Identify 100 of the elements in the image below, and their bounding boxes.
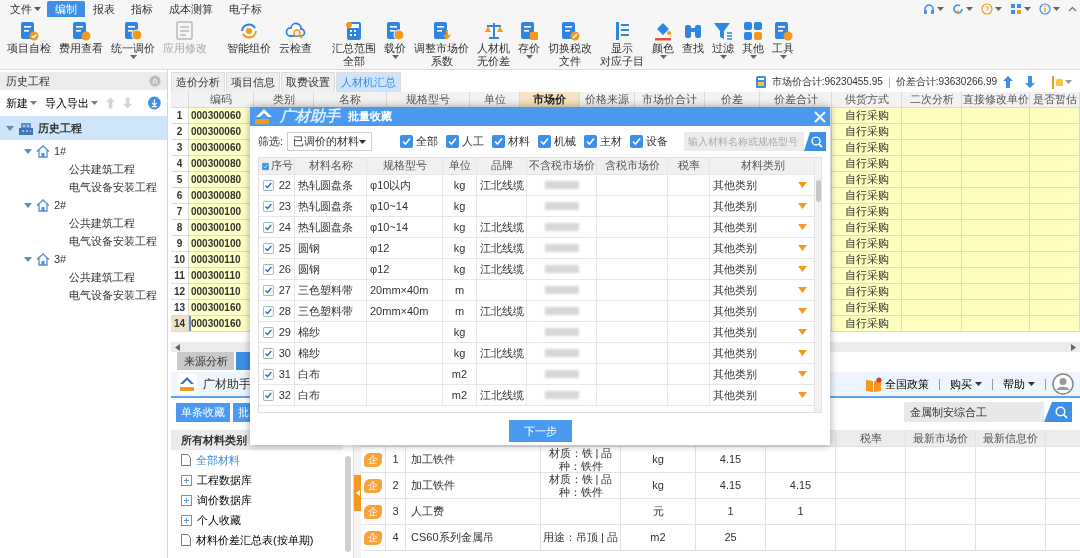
download-icon[interactable] [148, 96, 161, 110]
toolbar-button[interactable]: 载价 [381, 20, 409, 68]
checkbox[interactable] [492, 135, 506, 148]
toolbar-button[interactable]: 颜色 [649, 20, 677, 68]
column-header[interactable]: 类别 [254, 92, 314, 108]
panel-tab[interactable]: 来源分析 [177, 352, 234, 370]
checkbox[interactable] [538, 135, 552, 148]
view-tab[interactable]: 造价分析 [171, 72, 225, 92]
checkbox[interactable] [263, 346, 274, 360]
checkbox[interactable] [630, 135, 644, 148]
arrow-up-icon[interactable] [1003, 76, 1013, 88]
arrow-left-icon[interactable] [175, 343, 180, 351]
tree-item[interactable]: 历史工程 [0, 116, 167, 140]
column-header[interactable]: 价差合计 [760, 92, 832, 108]
link[interactable]: 购买 [946, 376, 986, 392]
menu-tab[interactable]: 报表 [85, 1, 123, 17]
tree-item[interactable]: 公共建筑工程 [36, 160, 167, 178]
menu-tab[interactable]: 成本测算 [161, 1, 221, 17]
category-item[interactable]: 工程数据库 [171, 470, 341, 490]
column-header[interactable]: 市场价合计 [635, 92, 705, 108]
chevron-up-icon[interactable] [1068, 6, 1077, 12]
column-header[interactable]: 规格型号 [367, 158, 443, 175]
toolbar-button[interactable]: 存价 [515, 20, 543, 68]
tree-item[interactable]: 1# [18, 142, 167, 160]
collapse-handle[interactable] [354, 475, 361, 511]
dropdown-arrow-icon[interactable] [798, 308, 807, 314]
expand-arrow-icon[interactable] [6, 124, 14, 132]
toolbar-button[interactable]: 云检查 [276, 20, 315, 55]
column-header[interactable]: 二次分析 [902, 92, 962, 108]
tree-item[interactable]: 电气设备安装工程 [36, 178, 167, 196]
toolbar-button[interactable]: 显示 对应子目 [597, 20, 647, 68]
dropdown-arrow-icon[interactable] [798, 350, 807, 356]
checkbox[interactable] [263, 220, 274, 234]
info-icon[interactable] [1039, 3, 1051, 15]
menu-button[interactable]: 导入导出 [45, 95, 98, 111]
tree-item[interactable]: 3# [18, 250, 167, 268]
scrollbar[interactable] [345, 456, 351, 552]
checkbox[interactable] [263, 325, 274, 339]
toolbar-button[interactable]: 项目自检 [4, 20, 54, 59]
column-header[interactable]: 不含税市场价 [527, 158, 597, 175]
toolbar-button[interactable]: 调整市场价 系数 [411, 20, 472, 68]
avatar-icon[interactable] [1052, 373, 1074, 395]
column-header[interactable]: 材料名称 [295, 158, 367, 175]
category-item[interactable]: 材料价差汇总表(按单期) [171, 530, 341, 550]
filter-dropdown[interactable]: 已调价的材料 [287, 132, 373, 151]
dropdown-arrow-icon[interactable] [798, 182, 807, 188]
expand-arrow-icon[interactable] [24, 201, 32, 209]
checkbox[interactable] [584, 135, 598, 148]
close-icon[interactable] [814, 110, 826, 123]
checkbox[interactable] [263, 178, 274, 192]
toolbar-button[interactable]: 查找 [679, 20, 707, 68]
link[interactable]: 全国政策 [862, 376, 933, 392]
tree-item[interactable]: 电气设备安装工程 [36, 286, 167, 304]
arrow-down-icon[interactable] [1025, 76, 1035, 88]
close-icon[interactable] [149, 75, 161, 87]
toolbar-button[interactable]: 过滤 [709, 20, 737, 68]
column-header[interactable]: 价格来源 [580, 92, 635, 108]
menu-tab[interactable]: 指标 [123, 1, 161, 17]
column-header[interactable]: 材料类别 [710, 158, 814, 175]
view-tab[interactable]: 项目信息 [226, 72, 280, 92]
toolbar-button[interactable]: 汇总范围 全部 [329, 20, 379, 68]
checkbox[interactable] [263, 283, 274, 297]
dropdown-arrow-icon[interactable] [798, 371, 807, 377]
toolbar-button[interactable]: 统一调价 [108, 20, 158, 59]
column-header[interactable]: 税率 [836, 430, 906, 447]
toolbar-button[interactable]: 费用查看 [56, 20, 106, 59]
checkbox[interactable] [263, 367, 274, 381]
arrow-right-icon[interactable] [1071, 343, 1076, 351]
column-header[interactable]: 价差 [705, 92, 760, 108]
tree-item[interactable]: 2# [18, 196, 167, 214]
column-header[interactable]: 规格型号 [387, 92, 470, 108]
checkbox[interactable] [263, 199, 274, 213]
settings-icon[interactable] [1051, 75, 1063, 89]
expand-icon[interactable] [181, 514, 192, 526]
column-header[interactable]: 品牌 [477, 158, 527, 175]
dropdown-arrow-icon[interactable] [798, 287, 807, 293]
column-header[interactable]: 最新市场价 [906, 430, 976, 447]
checkbox[interactable] [263, 241, 274, 255]
checkbox[interactable] [400, 135, 414, 148]
category-item[interactable]: 询价数据库 [171, 490, 341, 510]
expand-icon[interactable] [181, 494, 192, 506]
checkbox[interactable] [263, 388, 274, 402]
view-tab[interactable]: 取费设置 [281, 72, 335, 92]
headset-icon[interactable] [923, 3, 935, 15]
column-header[interactable]: 市场价 [520, 92, 580, 108]
column-header[interactable]: 含税市场价 [597, 158, 668, 175]
column-header[interactable]: 序号 [259, 158, 295, 175]
column-header[interactable]: 单位 [443, 158, 477, 175]
column-header[interactable]: 单位 [470, 92, 520, 108]
tree-item[interactable]: 公共建筑工程 [36, 268, 167, 286]
expand-icon[interactable] [181, 474, 192, 486]
expand-arrow-icon[interactable] [24, 255, 32, 263]
grid-icon[interactable] [1010, 3, 1022, 15]
category-item[interactable]: 全部材料 [171, 450, 341, 470]
dropdown-arrow-icon[interactable] [798, 329, 807, 335]
checkbox[interactable] [263, 262, 274, 276]
toolbar-button[interactable]: 工具 [769, 20, 797, 68]
toolbar-button[interactable]: 智能组价 [224, 20, 274, 55]
toolbar-button[interactable]: 其他 [739, 20, 767, 68]
refresh-icon[interactable] [952, 3, 964, 15]
